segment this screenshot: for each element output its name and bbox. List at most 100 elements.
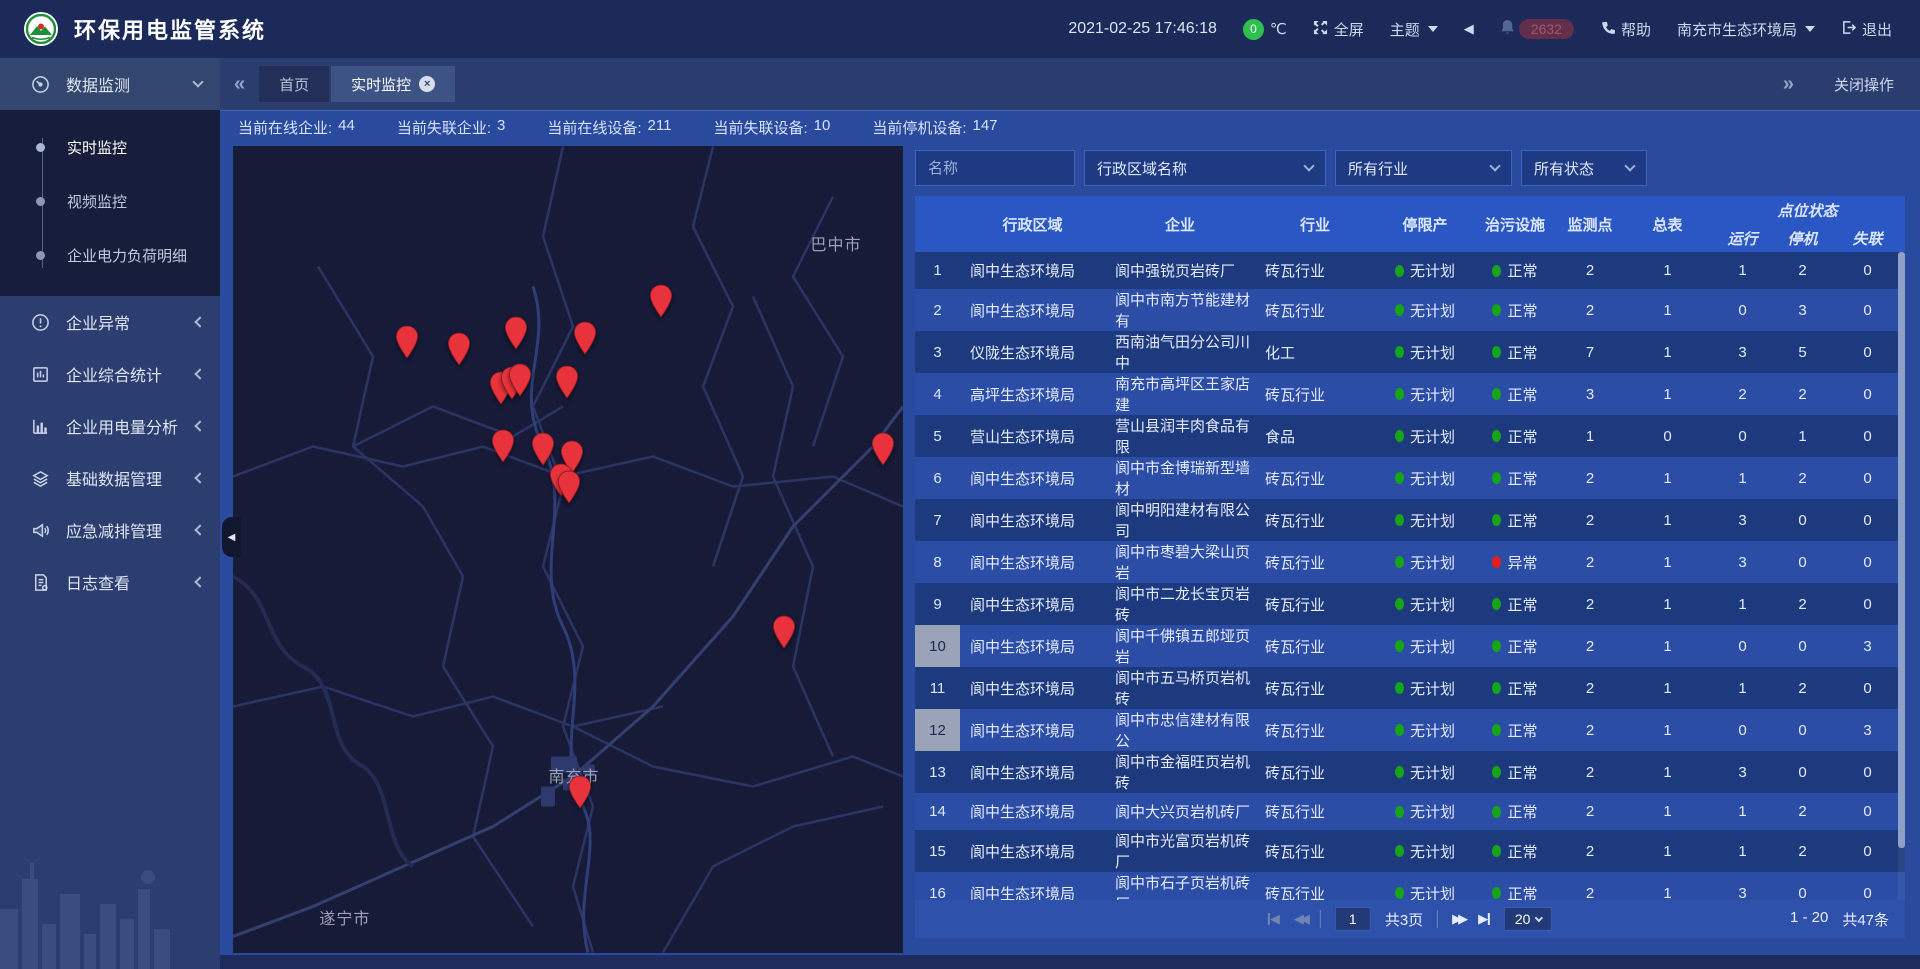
- table-row[interactable]: 14阆中生态环境局阆中大兴页岩机砖厂砖瓦行业无计划正常21120: [915, 793, 1905, 830]
- run-count-cell: 0: [1710, 415, 1775, 457]
- row-index-cell: 10: [915, 625, 960, 667]
- stopped-count-cell: 5: [1775, 331, 1830, 373]
- page-size-select[interactable]: 20: [1504, 907, 1552, 931]
- sidebar-item-实时监控[interactable]: 实时监控: [0, 120, 220, 174]
- prev-page-button[interactable]: ◀◀: [1294, 911, 1306, 927]
- stopped-count-cell: 0: [1775, 872, 1830, 900]
- table-row[interactable]: 3仪陇生态环境局西南油气田分公司川中化工无计划正常71350: [915, 331, 1905, 373]
- map-pin-icon[interactable]: [572, 321, 598, 355]
- tabs-scroll-left-button[interactable]: «: [220, 73, 259, 96]
- fullscreen-button[interactable]: 全屏: [1313, 19, 1364, 40]
- industry-filter-select[interactable]: 所有行业: [1335, 150, 1512, 186]
- row-index-cell: 4: [915, 373, 960, 415]
- status-dot-icon: [1395, 640, 1404, 652]
- sidebar-item-视频监控[interactable]: 视频监控: [0, 174, 220, 228]
- logout-button[interactable]: 退出: [1841, 19, 1892, 40]
- record-total-label: 共47条: [1842, 909, 1889, 930]
- page-number-input[interactable]: 1: [1335, 907, 1371, 931]
- notification-bell[interactable]: 2632: [1500, 19, 1574, 39]
- facility-status-cell: 正常: [1475, 415, 1555, 457]
- sidebar-group-企业综合统计[interactable]: 企业综合统计: [0, 348, 220, 400]
- sidebar-group-应急减排管理[interactable]: 应急减排管理: [0, 504, 220, 556]
- points-cell: 2: [1555, 289, 1625, 331]
- status-filter-select[interactable]: 所有状态: [1521, 150, 1647, 186]
- map-pin-icon[interactable]: [446, 332, 472, 366]
- meters-cell: 1: [1625, 331, 1710, 373]
- speaker-icon: ◀: [1464, 21, 1474, 37]
- table-row[interactable]: 10阆中生态环境局阆中千佛镇五郎垭页岩砖瓦行业无计划正常21003: [915, 625, 1905, 667]
- sidebar-group-数据监测[interactable]: 数据监测: [0, 58, 220, 110]
- status-text: 无计划: [1410, 636, 1455, 657]
- map-pin-icon[interactable]: [507, 363, 533, 397]
- col-header-run: 运行: [1710, 224, 1775, 252]
- theme-dropdown[interactable]: 主题: [1390, 19, 1438, 40]
- map-pin-icon[interactable]: [530, 432, 556, 466]
- map-pin-icon[interactable]: [490, 429, 516, 463]
- facility-status-cell: 正常: [1475, 751, 1555, 793]
- stat-item: 当前失联企业:3: [397, 117, 506, 138]
- table-row[interactable]: 2阆中生态环境局阆中市南方节能建材有砖瓦行业无计划正常21030: [915, 289, 1905, 331]
- facility-status-cell: 正常: [1475, 583, 1555, 625]
- status-dot-icon: [1492, 724, 1501, 736]
- map-pin-icon[interactable]: [870, 432, 896, 466]
- sidebar-group-企业用电量分析[interactable]: 企业用电量分析: [0, 400, 220, 452]
- help-button[interactable]: 帮助: [1600, 19, 1651, 40]
- stat-label: 当前在线企业:: [238, 117, 332, 138]
- meters-cell: 1: [1625, 583, 1710, 625]
- map-pin-icon[interactable]: [503, 316, 529, 350]
- map-pin-icon[interactable]: [394, 325, 420, 359]
- tab-close-icon[interactable]: ×: [419, 76, 435, 92]
- table-row[interactable]: 6阆中生态环境局阆中市金博瑞新型墙材砖瓦行业无计划正常21120: [915, 457, 1905, 499]
- stop-status-cell: 无计划: [1375, 667, 1475, 709]
- next-page-button[interactable]: ▶▶: [1452, 911, 1464, 927]
- region-filter-select[interactable]: 行政区域名称: [1084, 150, 1326, 186]
- map-panel[interactable]: 巴中市南充市遂宁市: [233, 146, 903, 953]
- table-row[interactable]: 8阆中生态环境局阆中市枣碧大梁山页岩砖瓦行业无计划异常21300: [915, 541, 1905, 583]
- tab-实时监控[interactable]: 实时监控×: [331, 66, 455, 102]
- map-pin-icon[interactable]: [554, 365, 580, 399]
- table-row[interactable]: 15阆中生态环境局阆中市光富页岩机砖厂砖瓦行业无计划正常21120: [915, 830, 1905, 872]
- close-operations-button[interactable]: 关闭操作: [1834, 74, 1894, 95]
- map-pin-icon[interactable]: [648, 284, 674, 318]
- table-row[interactable]: 13阆中生态环境局阆中市金福旺页岩机砖砖瓦行业无计划正常21300: [915, 751, 1905, 793]
- status-dot-icon: [1492, 346, 1501, 358]
- map-pin-icon[interactable]: [771, 615, 797, 649]
- status-text: 正常: [1507, 594, 1537, 615]
- map-pin-icon[interactable]: [567, 775, 593, 809]
- status-text: 正常: [1507, 300, 1537, 321]
- sidebar-collapse-handle[interactable]: ◀: [222, 517, 241, 557]
- table-row[interactable]: 4高坪生态环境局南充市高坪区王家店建砖瓦行业无计划正常31220: [915, 373, 1905, 415]
- row-index-cell: 13: [915, 751, 960, 793]
- status-dot-icon: [1492, 598, 1501, 610]
- tabs-scroll-right-button[interactable]: »: [1769, 73, 1808, 96]
- status-dot-icon: [1492, 388, 1501, 400]
- company-cell: 阆中市五马桥页岩机砖: [1105, 667, 1255, 709]
- table-row[interactable]: 16阆中生态环境局阆中市石子页岩机砖厂砖瓦行业无计划正常21300: [915, 872, 1905, 900]
- map-pin-icon[interactable]: [556, 470, 582, 504]
- row-index-cell: 7: [915, 499, 960, 541]
- col-header-company: 企业: [1105, 196, 1255, 252]
- table-row[interactable]: 1阆中生态环境局阆中强锐页岩砖厂砖瓦行业无计划正常21120: [915, 252, 1905, 289]
- bullet-dot-icon: [36, 197, 45, 206]
- last-page-button[interactable]: ▶: [1478, 911, 1490, 927]
- table-row[interactable]: 9阆中生态环境局阆中市二龙长宝页岩砖砖瓦行业无计划正常21120: [915, 583, 1905, 625]
- facility-status-cell: 正常: [1475, 373, 1555, 415]
- org-dropdown[interactable]: 南充市生态环境局: [1677, 19, 1815, 40]
- table-row[interactable]: 5营山生态环境局营山县润丰肉食品有限食品无计划正常10010: [915, 415, 1905, 457]
- table-row[interactable]: 7阆中生态环境局阆中明阳建材有限公司砖瓦行业无计划正常21300: [915, 499, 1905, 541]
- region-cell: 阆中生态环境局: [960, 457, 1105, 499]
- sidebar-group-基础数据管理[interactable]: 基础数据管理: [0, 452, 220, 504]
- table-row[interactable]: 11阆中生态环境局阆中市五马桥页岩机砖砖瓦行业无计划正常21120: [915, 667, 1905, 709]
- table-row[interactable]: 12阆中生态环境局阆中市忠信建材有限公砖瓦行业无计划正常21003: [915, 709, 1905, 751]
- sidebar-group-日志查看[interactable]: 日志查看: [0, 556, 220, 608]
- first-page-button[interactable]: ◀: [1268, 911, 1280, 927]
- status-badge: 正常: [1492, 762, 1537, 783]
- sidebar-group-企业异常[interactable]: 企业异常: [0, 296, 220, 348]
- col-header-lost: 失联: [1830, 224, 1905, 252]
- name-filter-input[interactable]: [915, 150, 1075, 186]
- table-scrollbar[interactable]: [1898, 252, 1905, 900]
- sidebar-item-企业电力负荷明细[interactable]: 企业电力负荷明细: [0, 228, 220, 282]
- sound-toggle-button[interactable]: ◀: [1464, 21, 1474, 37]
- tab-首页[interactable]: 首页: [259, 66, 329, 102]
- col-header-meters: 总表: [1625, 196, 1710, 252]
